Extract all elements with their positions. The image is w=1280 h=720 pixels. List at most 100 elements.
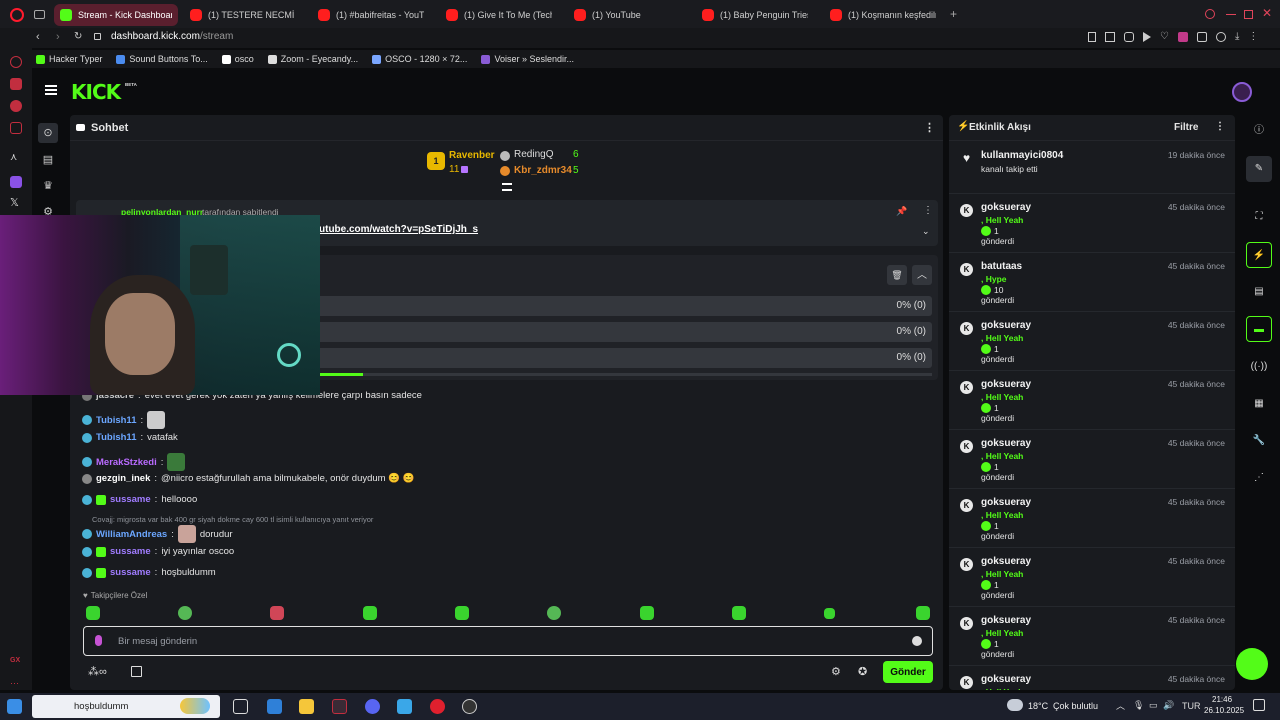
emote-4[interactable]	[363, 606, 377, 620]
kick-logo[interactable]: KICK	[71, 80, 121, 104]
event-username[interactable]: goksueray	[981, 379, 1031, 390]
activity-event[interactable]: Kgoksueray 45 dakika önce , Hell Yeah 1 gönd…	[949, 607, 1235, 666]
bookmark-item[interactable]: osco	[221, 54, 254, 64]
start-icon[interactable]	[7, 699, 22, 714]
browser-tab-7[interactable]: (1) Koşmanın keşfedilmed	[824, 4, 942, 26]
file-explorer-icon[interactable]	[299, 699, 314, 714]
chat-username[interactable]: sussame	[110, 546, 151, 557]
task-view-icon[interactable]	[233, 699, 248, 714]
event-username[interactable]: goksueray	[981, 320, 1031, 331]
emote-10[interactable]	[916, 606, 930, 620]
event-username[interactable]: goksueray	[981, 202, 1031, 213]
reload-icon[interactable]: ↻	[74, 31, 82, 42]
collapse-poll-button[interactable]: ︿	[912, 265, 932, 285]
chat-input[interactable]: Bir mesaj gönderin	[83, 626, 933, 656]
language-indicator[interactable]: TUR	[1182, 701, 1201, 711]
chat-username[interactable]: Tubish11	[96, 415, 136, 426]
trophy-nav-icon[interactable]: ♛	[40, 178, 56, 194]
channel-points-icon[interactable]: ⁂∞	[88, 665, 107, 678]
tab-switch-icon[interactable]	[34, 10, 45, 19]
chat-username[interactable]: gezgin_inek	[96, 473, 150, 484]
browser-tab-3[interactable]: (1) #babifreitas - YouTube	[312, 4, 430, 26]
bookmark-item[interactable]: Sound Buttons To...	[116, 54, 208, 64]
extension-icon[interactable]	[1177, 32, 1188, 42]
chat-username[interactable]: MerakStzkedi	[96, 457, 157, 468]
activity-event[interactable]: Kgoksueray 45 dakika önce , Hell Yeah 1 gönd…	[949, 548, 1235, 607]
taskbar-search[interactable]: hoşbuldumm	[32, 695, 220, 718]
filter-button[interactable]: Filtre	[1174, 122, 1198, 133]
url-field[interactable]: dashboard.kick.com/stream	[111, 31, 233, 42]
chat-message[interactable]: sussame: iyi yayınlar oscoo	[82, 546, 234, 557]
chat-message[interactable]: sussame: helloooo	[82, 494, 197, 505]
maximize-button[interactable]	[1244, 10, 1253, 19]
home-icon[interactable]	[10, 78, 22, 90]
clock-time[interactable]: 21:46	[1212, 695, 1232, 704]
close-window-button[interactable]: ✕	[1262, 6, 1272, 20]
event-username[interactable]: goksueray	[981, 674, 1031, 685]
search-tabs-icon[interactable]	[1205, 9, 1215, 19]
emote-5[interactable]	[455, 606, 469, 620]
support-chat-button[interactable]	[1236, 648, 1268, 680]
leader-3-name[interactable]: Kbr_zdmr34	[514, 165, 572, 176]
x-icon[interactable]: 𝕏	[10, 197, 22, 209]
weather-temp[interactable]: 18°C	[1028, 701, 1048, 711]
opera-icon[interactable]	[430, 699, 445, 714]
event-username[interactable]: batutaas	[981, 261, 1022, 272]
send-button[interactable]: Gönder	[883, 661, 933, 683]
puzzle-icon[interactable]	[1196, 32, 1207, 42]
leader-1-name[interactable]: Ravenber	[449, 150, 495, 161]
store-icon[interactable]	[131, 666, 142, 677]
leader-2-name[interactable]: RedingQ	[514, 149, 553, 160]
activity-event[interactable]: Kgoksueray 45 dakika önce , Hell Yeah	[949, 666, 1235, 690]
event-username[interactable]: goksueray	[981, 615, 1031, 626]
chat-username[interactable]: Tubish11	[96, 432, 136, 443]
expand-leaderboard-icon[interactable]	[502, 183, 512, 191]
bookmark-item[interactable]: Zoom - Eyecandy...	[267, 54, 358, 64]
microphone-icon[interactable]	[95, 635, 102, 646]
history-icon[interactable]	[10, 56, 22, 68]
chat-settings-icon[interactable]: ⚙	[831, 665, 841, 678]
shield-icon[interactable]	[1124, 32, 1134, 42]
emote-6[interactable]	[547, 606, 561, 620]
emote-image[interactable]	[167, 453, 186, 471]
pinned-options-icon[interactable]: ⋮	[923, 205, 933, 216]
tray-chevron-icon[interactable]: ︿	[1116, 699, 1125, 712]
stream-nav-icon[interactable]: ⊙	[38, 123, 58, 143]
play-icon[interactable]	[1143, 32, 1151, 42]
crop-icon[interactable]: ⛶	[1246, 204, 1272, 230]
event-username[interactable]: kullanmayici0804	[981, 150, 1063, 161]
more-icon[interactable]: ⋯	[10, 678, 22, 690]
emote-3[interactable]	[270, 606, 284, 620]
chat-username[interactable]: sussame	[110, 494, 151, 505]
download-icon[interactable]: ⤓	[1235, 32, 1239, 44]
connections-icon[interactable]: ⋰	[1246, 465, 1272, 491]
browser-tab-4[interactable]: (1) Give It To Me (Techno	[440, 4, 558, 26]
activity-event[interactable]: ♥ kullanmayici0804 19 dakika önce kanalı ta…	[949, 142, 1235, 194]
chevron-down-icon[interactable]: ⌄	[922, 226, 930, 237]
hamburger-menu-icon[interactable]	[45, 85, 57, 95]
user-avatar[interactable]	[1232, 82, 1252, 102]
emote-9[interactable]	[824, 608, 835, 619]
bookmark-item[interactable]: Voiser » Seslendir...	[481, 54, 574, 64]
chat-message[interactable]: MerakStzkedi:	[82, 453, 189, 471]
kick-side-icon[interactable]: ⋏	[10, 152, 22, 164]
chat-message[interactable]: WilliamAndreas: dorudur	[82, 525, 233, 543]
activity-event[interactable]: Kgoksueray 45 dakika önce , Hell Yeah 1 gönd…	[949, 194, 1235, 253]
forward-icon[interactable]: ›	[56, 31, 60, 43]
info-icon[interactable]: ⓘ	[1246, 118, 1272, 144]
chat-message[interactable]: Tubish11: vatafak	[82, 432, 178, 443]
bookmark-icon[interactable]	[1088, 32, 1096, 42]
gx-icon[interactable]: GX	[10, 657, 22, 669]
notifications-icon[interactable]	[1253, 699, 1265, 711]
activity-event[interactable]: Kgoksueray 45 dakika önce , Hell Yeah 1 gönd…	[949, 371, 1235, 430]
bookmark-item[interactable]: Hacker Typer	[36, 54, 102, 64]
emoji-icon[interactable]	[912, 636, 922, 646]
layout-icon[interactable]: ▦	[1246, 391, 1272, 417]
activity-event[interactable]: Kgoksueray 45 dakika önce , Hell Yeah 1 gönd…	[949, 312, 1235, 371]
app-icon-1[interactable]	[267, 699, 282, 714]
emote-image[interactable]	[147, 411, 166, 429]
event-username[interactable]: goksueray	[981, 497, 1031, 508]
emote-7[interactable]	[640, 606, 654, 620]
analytics-nav-icon[interactable]: ▤	[40, 152, 56, 168]
opera-logo-icon[interactable]	[10, 8, 24, 22]
